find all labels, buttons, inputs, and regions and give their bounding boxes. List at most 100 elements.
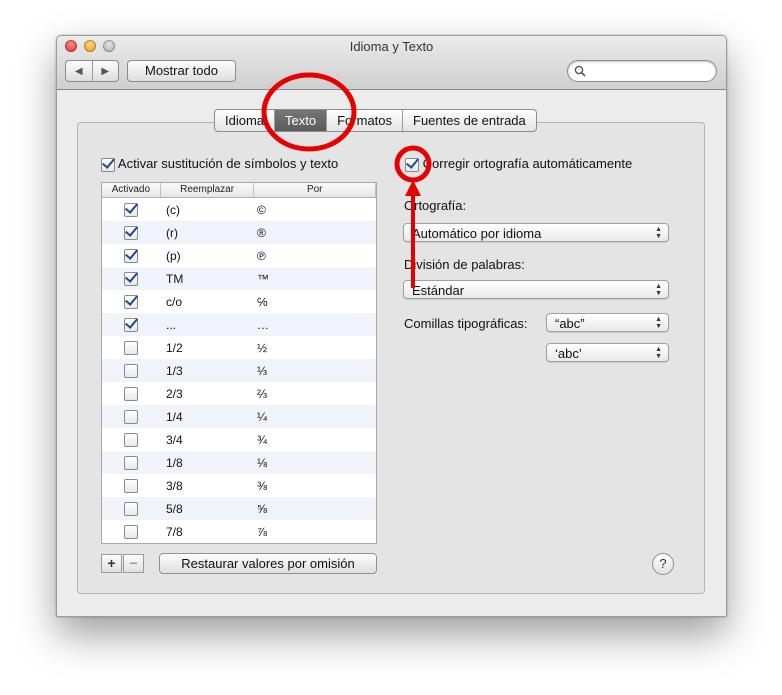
table-row[interactable]: 7/8 ⅞	[102, 520, 376, 543]
row-enabled-checkbox[interactable]	[124, 340, 138, 355]
with-cell[interactable]: ©	[253, 203, 374, 217]
tab-idioma[interactable]: Idioma	[215, 110, 274, 131]
autocorrect-toggle[interactable]: Corregir ortografía automáticamente	[405, 156, 632, 172]
replace-cell[interactable]: (p)	[160, 249, 253, 263]
column-header-activado[interactable]: Activado	[102, 183, 161, 197]
row-enabled-cell	[102, 524, 160, 539]
column-header-reemplazar[interactable]: Reemplazar	[161, 183, 255, 197]
tab-formatos[interactable]: Formatos	[326, 110, 402, 131]
replace-cell[interactable]: 5/8	[160, 502, 253, 516]
table-row[interactable]: 3/4 ¾	[102, 428, 376, 451]
row-enabled-checkbox[interactable]	[124, 294, 138, 309]
replace-cell[interactable]: 1/3	[160, 364, 253, 378]
table-row[interactable]: 1/8 ⅛	[102, 451, 376, 474]
row-enabled-checkbox[interactable]	[124, 478, 138, 493]
replace-cell[interactable]: (c)	[160, 203, 253, 217]
add-button[interactable]: +	[101, 554, 122, 573]
column-header-por[interactable]: Por	[254, 183, 376, 197]
remove-button[interactable]: −	[123, 554, 144, 573]
replace-cell[interactable]: 2/3	[160, 387, 253, 401]
tab-bar: Idioma Texto Formatos Fuentes de entrada	[214, 109, 537, 132]
row-enabled-checkbox[interactable]	[124, 202, 138, 217]
row-enabled-checkbox[interactable]	[124, 386, 138, 401]
with-cell[interactable]: ℅	[253, 295, 374, 309]
row-enabled-checkbox[interactable]	[124, 501, 138, 516]
row-enabled-checkbox[interactable]	[124, 317, 138, 332]
with-cell[interactable]: ½	[253, 341, 374, 355]
replace-cell[interactable]: 3/8	[160, 479, 253, 493]
table-row[interactable]: TM ™	[102, 267, 376, 290]
back-arrow-icon[interactable]: ◀	[66, 61, 92, 81]
replace-cell[interactable]: (r)	[160, 226, 253, 240]
replace-cell[interactable]: 7/8	[160, 525, 253, 539]
replace-cell[interactable]: TM	[160, 272, 253, 286]
restore-defaults-button[interactable]: Restaurar valores por omisión	[159, 553, 377, 574]
replace-cell[interactable]: ...	[160, 318, 253, 332]
replace-cell[interactable]: 3/4	[160, 433, 253, 447]
hyphenation-popup[interactable]: Estándar ▲ ▼	[403, 280, 669, 299]
row-enabled-checkbox[interactable]	[124, 248, 138, 263]
table-row[interactable]: 3/8 ⅜	[102, 474, 376, 497]
with-cell[interactable]: ⅝	[253, 502, 374, 516]
substitution-checkbox[interactable]	[101, 157, 115, 172]
with-cell[interactable]: ¼	[253, 410, 374, 424]
row-enabled-checkbox[interactable]	[124, 524, 138, 539]
row-enabled-cell	[102, 432, 160, 447]
with-cell[interactable]: ℗	[253, 249, 374, 263]
row-enabled-checkbox[interactable]	[124, 271, 138, 286]
back-forward-group: ◀ ▶	[65, 60, 119, 82]
table-row[interactable]: (c) ©	[102, 198, 376, 221]
with-cell[interactable]: ⅓	[253, 364, 374, 378]
search-field[interactable]	[567, 60, 717, 82]
table-row[interactable]: ...…	[102, 313, 376, 336]
row-enabled-cell	[102, 271, 160, 286]
search-icon	[574, 65, 586, 77]
with-cell[interactable]: ⅞	[253, 525, 374, 539]
table-row[interactable]: c/o ℅	[102, 290, 376, 313]
autocorrect-checkbox[interactable]	[405, 157, 419, 172]
table-row[interactable]: 5/8 ⅝	[102, 497, 376, 520]
row-enabled-checkbox[interactable]	[124, 409, 138, 424]
row-enabled-checkbox[interactable]	[124, 225, 138, 240]
with-cell[interactable]: ®	[253, 226, 374, 240]
spelling-value: Automático por idioma	[412, 226, 542, 241]
row-enabled-cell	[102, 409, 160, 424]
single-quotes-value: ‘abc’	[555, 346, 582, 361]
replace-cell[interactable]: 1/2	[160, 341, 253, 355]
replace-cell[interactable]: c/o	[160, 295, 253, 309]
single-quotes-popup[interactable]: ‘abc’ ▲ ▼	[546, 343, 669, 362]
with-cell[interactable]: …	[253, 318, 374, 332]
row-enabled-cell	[102, 317, 160, 332]
autocorrect-label: Corregir ortografía automáticamente	[422, 156, 633, 171]
table-row[interactable]: (r) ®	[102, 221, 376, 244]
search-input[interactable]	[590, 63, 712, 81]
double-quotes-popup[interactable]: “abc” ▲ ▼	[546, 313, 669, 332]
table-row[interactable]: 1/3 ⅓	[102, 359, 376, 382]
with-cell[interactable]: ¾	[253, 433, 374, 447]
row-enabled-cell	[102, 363, 160, 378]
help-button[interactable]: ?	[652, 553, 674, 575]
substitution-toggle[interactable]: Activar sustitución de símbolos y texto	[101, 156, 338, 172]
row-enabled-checkbox[interactable]	[124, 432, 138, 447]
with-cell[interactable]: ⅛	[253, 456, 374, 470]
replace-cell[interactable]: 1/4	[160, 410, 253, 424]
tab-texto[interactable]: Texto	[274, 110, 327, 131]
replace-cell[interactable]: 1/8	[160, 456, 253, 470]
table-body: (c) © (r) ® (p) ℗ TM ™ c/o ℅...… 1/2 ½ 1/3 ⅓ 2/3 ⅔ 1/4 ¼ 3…	[102, 198, 376, 543]
table-row[interactable]: (p) ℗	[102, 244, 376, 267]
tab-fuentes-de-entrada[interactable]: Fuentes de entrada	[402, 110, 536, 131]
row-enabled-checkbox[interactable]	[124, 363, 138, 378]
with-cell[interactable]: ™	[253, 272, 374, 286]
table-row[interactable]: 1/2 ½	[102, 336, 376, 359]
substitution-table[interactable]: Activado Reemplazar Por (c) © (r) ® (p) ℗ TM ™ c…	[101, 182, 377, 544]
spelling-popup[interactable]: Automático por idioma ▲ ▼	[403, 223, 669, 242]
table-row[interactable]: 1/4 ¼	[102, 405, 376, 428]
with-cell[interactable]: ⅜	[253, 479, 374, 493]
row-enabled-checkbox[interactable]	[124, 455, 138, 470]
show-all-button[interactable]: Mostrar todo	[127, 60, 236, 82]
preferences-window: Idioma y Texto ◀ ▶ Mostrar todo Idioma T…	[56, 35, 727, 617]
table-row[interactable]: 2/3 ⅔	[102, 382, 376, 405]
forward-arrow-icon[interactable]: ▶	[91, 61, 119, 81]
with-cell[interactable]: ⅔	[253, 387, 374, 401]
hyphenation-value: Estándar	[412, 283, 465, 298]
